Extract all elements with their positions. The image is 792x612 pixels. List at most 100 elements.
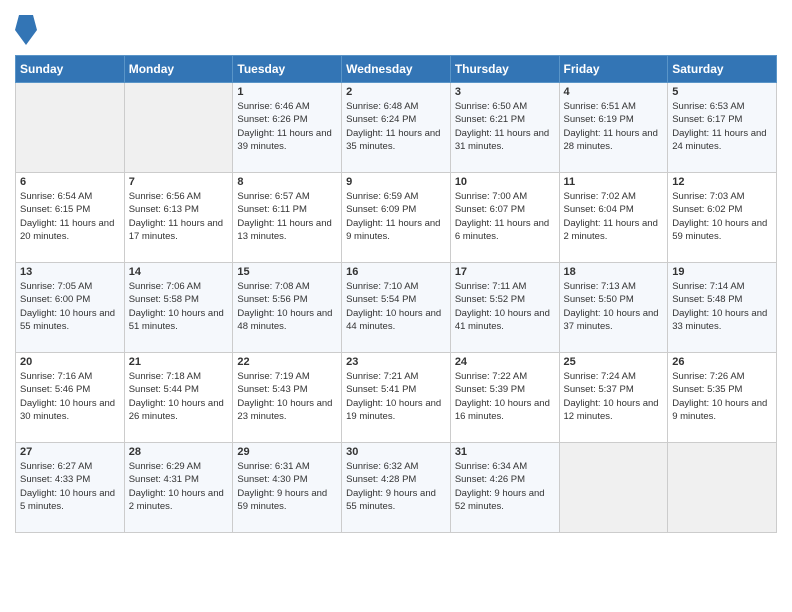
calendar-day-cell: 25Sunrise: 7:24 AM Sunset: 5:37 PM Dayli… bbox=[559, 353, 668, 443]
day-sun-info: Sunrise: 7:22 AM Sunset: 5:39 PM Dayligh… bbox=[455, 370, 555, 423]
day-sun-info: Sunrise: 7:06 AM Sunset: 5:58 PM Dayligh… bbox=[129, 280, 229, 333]
day-sun-info: Sunrise: 7:16 AM Sunset: 5:46 PM Dayligh… bbox=[20, 370, 120, 423]
calendar-day-cell: 27 Sunrise: 6:27 AM Sunset: 4:33 PM Dayli… bbox=[16, 443, 125, 533]
day-number: 10 bbox=[455, 176, 555, 188]
day-number: 22 bbox=[237, 356, 337, 368]
calendar-day-cell: 7 Sunrise: 6:56 AM Sunset: 6:13 PM Daylig… bbox=[124, 173, 233, 263]
calendar-week-row: 27 Sunrise: 6:27 AM Sunset: 4:33 PM Dayli… bbox=[16, 443, 777, 533]
day-number: 11 bbox=[564, 176, 664, 188]
day-number: 26 bbox=[672, 356, 772, 368]
calendar-day-cell: 2 Sunrise: 6:48 AM Sunset: 6:24 PM Daylig… bbox=[342, 83, 451, 173]
day-of-week-header: Sunday bbox=[16, 56, 125, 83]
page-header bbox=[15, 15, 777, 45]
day-sun-info: Sunrise: 6:56 AM Sunset: 6:13 PM Dayligh… bbox=[129, 190, 229, 243]
day-sun-info: Sunrise: 6:46 AM Sunset: 6:26 PM Dayligh… bbox=[237, 100, 337, 153]
day-number: 3 bbox=[455, 86, 555, 98]
day-of-week-header: Monday bbox=[124, 56, 233, 83]
day-sun-info: Sunrise: 7:18 AM Sunset: 5:44 PM Dayligh… bbox=[129, 370, 229, 423]
calendar-week-row: 6 Sunrise: 6:54 AM Sunset: 6:15 PM Daylig… bbox=[16, 173, 777, 263]
day-number: 23 bbox=[346, 356, 446, 368]
day-sun-info: Sunrise: 6:51 AM Sunset: 6:19 PM Dayligh… bbox=[564, 100, 664, 153]
calendar-day-cell: 12 Sunrise: 7:03 AM Sunset: 6:02 PM Dayli… bbox=[668, 173, 777, 263]
day-sun-info: Sunrise: 7:08 AM Sunset: 5:56 PM Dayligh… bbox=[237, 280, 337, 333]
day-sun-info: Sunrise: 7:14 AM Sunset: 5:48 PM Dayligh… bbox=[672, 280, 772, 333]
calendar-day-cell: 1 Sunrise: 6:46 AM Sunset: 6:26 PM Daylig… bbox=[233, 83, 342, 173]
calendar-day-cell: 23 Sunrise: 7:21 AM Sunset: 5:41 PM Dayli… bbox=[342, 353, 451, 443]
day-number: 20 bbox=[20, 356, 120, 368]
day-sun-info: Sunrise: 6:54 AM Sunset: 6:15 PM Dayligh… bbox=[20, 190, 120, 243]
day-sun-info: Sunrise: 7:19 AM Sunset: 5:43 PM Dayligh… bbox=[237, 370, 337, 423]
day-sun-info: Sunrise: 6:48 AM Sunset: 6:24 PM Dayligh… bbox=[346, 100, 446, 153]
day-sun-info: Sunrise: 7:13 AM Sunset: 5:50 PM Dayligh… bbox=[564, 280, 664, 333]
calendar-day-cell: 24 Sunrise: 7:22 AM Sunset: 5:39 PM Dayli… bbox=[450, 353, 559, 443]
day-number: 4 bbox=[564, 86, 664, 98]
calendar-day-cell bbox=[16, 83, 125, 173]
day-of-week-header: Friday bbox=[559, 56, 668, 83]
day-number: 6 bbox=[20, 176, 120, 188]
day-number: 14 bbox=[129, 266, 229, 278]
day-number: 7 bbox=[129, 176, 229, 188]
day-sun-info: Sunrise: 7:11 AM Sunset: 5:52 PM Dayligh… bbox=[455, 280, 555, 333]
calendar-week-row: 20 Sunrise: 7:16 AM Sunset: 5:46 PM Dayli… bbox=[16, 353, 777, 443]
day-sun-info: Sunrise: 7:02 AM Sunset: 6:04 PM Dayligh… bbox=[564, 190, 664, 243]
day-number: 15 bbox=[237, 266, 337, 278]
calendar-day-cell: 22 Sunrise: 7:19 AM Sunset: 5:43 PM Dayli… bbox=[233, 353, 342, 443]
calendar-day-cell bbox=[559, 443, 668, 533]
calendar-day-cell: 11 Sunrise: 7:02 AM Sunset: 6:04 PM Dayli… bbox=[559, 173, 668, 263]
day-number: 27 bbox=[20, 446, 120, 458]
calendar-day-cell: 15 Sunrise: 7:08 AM Sunset: 5:56 PM Dayli… bbox=[233, 263, 342, 353]
calendar-day-cell: 8Sunrise: 6:57 AM Sunset: 6:11 PM Daylig… bbox=[233, 173, 342, 263]
calendar-body: 1 Sunrise: 6:46 AM Sunset: 6:26 PM Daylig… bbox=[16, 83, 777, 533]
calendar-day-cell: 16 Sunrise: 7:10 AM Sunset: 5:54 PM Dayli… bbox=[342, 263, 451, 353]
day-number: 1 bbox=[237, 86, 337, 98]
calendar-day-cell: 31 Sunrise: 6:34 AM Sunset: 4:26 PM Dayli… bbox=[450, 443, 559, 533]
day-number: 31 bbox=[455, 446, 555, 458]
calendar-day-cell: 29Sunrise: 6:31 AM Sunset: 4:30 PM Dayli… bbox=[233, 443, 342, 533]
calendar-day-cell: 5Sunrise: 6:53 AM Sunset: 6:17 PM Daylig… bbox=[668, 83, 777, 173]
calendar-week-row: 13 Sunrise: 7:05 AM Sunset: 6:00 PM Dayli… bbox=[16, 263, 777, 353]
day-sun-info: Sunrise: 7:05 AM Sunset: 6:00 PM Dayligh… bbox=[20, 280, 120, 333]
day-number: 24 bbox=[455, 356, 555, 368]
calendar-day-cell bbox=[124, 83, 233, 173]
day-number: 13 bbox=[20, 266, 120, 278]
calendar-day-cell: 6 Sunrise: 6:54 AM Sunset: 6:15 PM Daylig… bbox=[16, 173, 125, 263]
calendar-week-row: 1 Sunrise: 6:46 AM Sunset: 6:26 PM Daylig… bbox=[16, 83, 777, 173]
calendar-day-cell: 14 Sunrise: 7:06 AM Sunset: 5:58 PM Dayli… bbox=[124, 263, 233, 353]
day-sun-info: Sunrise: 6:32 AM Sunset: 4:28 PM Dayligh… bbox=[346, 460, 446, 513]
day-sun-info: Sunrise: 7:03 AM Sunset: 6:02 PM Dayligh… bbox=[672, 190, 772, 243]
calendar-day-cell: 3Sunrise: 6:50 AM Sunset: 6:21 PM Daylig… bbox=[450, 83, 559, 173]
day-of-week-header: Tuesday bbox=[233, 56, 342, 83]
day-sun-info: Sunrise: 7:24 AM Sunset: 5:37 PM Dayligh… bbox=[564, 370, 664, 423]
day-sun-info: Sunrise: 6:27 AM Sunset: 4:33 PM Dayligh… bbox=[20, 460, 120, 513]
day-number: 17 bbox=[455, 266, 555, 278]
day-number: 9 bbox=[346, 176, 446, 188]
day-number: 18 bbox=[564, 266, 664, 278]
day-sun-info: Sunrise: 6:59 AM Sunset: 6:09 PM Dayligh… bbox=[346, 190, 446, 243]
calendar-day-cell: 20 Sunrise: 7:16 AM Sunset: 5:46 PM Dayli… bbox=[16, 353, 125, 443]
day-number: 2 bbox=[346, 86, 446, 98]
day-number: 5 bbox=[672, 86, 772, 98]
calendar-header: SundayMondayTuesdayWednesdayThursdayFrid… bbox=[16, 56, 777, 83]
day-sun-info: Sunrise: 7:10 AM Sunset: 5:54 PM Dayligh… bbox=[346, 280, 446, 333]
day-of-week-header: Thursday bbox=[450, 56, 559, 83]
day-sun-info: Sunrise: 6:57 AM Sunset: 6:11 PM Dayligh… bbox=[237, 190, 337, 243]
header-row: SundayMondayTuesdayWednesdayThursdayFrid… bbox=[16, 56, 777, 83]
calendar-day-cell: 30Sunrise: 6:32 AM Sunset: 4:28 PM Dayli… bbox=[342, 443, 451, 533]
calendar-day-cell: 10 Sunrise: 7:00 AM Sunset: 6:07 PM Dayli… bbox=[450, 173, 559, 263]
day-number: 28 bbox=[129, 446, 229, 458]
calendar-day-cell: 19 Sunrise: 7:14 AM Sunset: 5:48 PM Dayli… bbox=[668, 263, 777, 353]
day-sun-info: Sunrise: 6:34 AM Sunset: 4:26 PM Dayligh… bbox=[455, 460, 555, 513]
day-of-week-header: Wednesday bbox=[342, 56, 451, 83]
day-sun-info: Sunrise: 7:21 AM Sunset: 5:41 PM Dayligh… bbox=[346, 370, 446, 423]
day-number: 19 bbox=[672, 266, 772, 278]
calendar-day-cell bbox=[668, 443, 777, 533]
calendar-day-cell: 17 Sunrise: 7:11 AM Sunset: 5:52 PM Dayli… bbox=[450, 263, 559, 353]
day-number: 12 bbox=[672, 176, 772, 188]
day-number: 16 bbox=[346, 266, 446, 278]
day-sun-info: Sunrise: 7:26 AM Sunset: 5:35 PM Dayligh… bbox=[672, 370, 772, 423]
day-of-week-header: Saturday bbox=[668, 56, 777, 83]
calendar-table: SundayMondayTuesdayWednesdayThursdayFrid… bbox=[15, 55, 777, 533]
calendar-day-cell: 4 Sunrise: 6:51 AM Sunset: 6:19 PM Daylig… bbox=[559, 83, 668, 173]
day-sun-info: Sunrise: 7:00 AM Sunset: 6:07 PM Dayligh… bbox=[455, 190, 555, 243]
logo bbox=[15, 15, 37, 45]
